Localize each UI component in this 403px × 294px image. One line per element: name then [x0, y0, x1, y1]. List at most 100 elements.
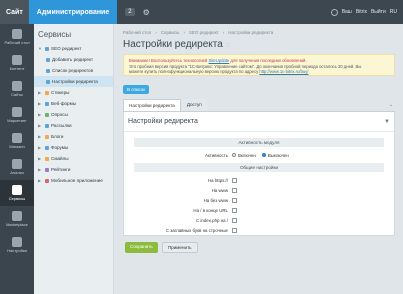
tab-access[interactable]: Доступ — [181, 99, 207, 111]
sidebar-item-blogs[interactable]: ▶ Блоги — [34, 131, 113, 142]
checkbox-https[interactable] — [232, 177, 237, 183]
nav-marketing[interactable]: Маркетинг — [0, 102, 34, 128]
siteupdate-link[interactable]: SiteUpdate — [209, 58, 230, 63]
option-label: С заглавных букв на строчные — [165, 227, 228, 233]
checkbox-www[interactable] — [232, 187, 237, 193]
expand-arrow-icon[interactable]: ▶ — [38, 90, 43, 95]
expand-arrow-icon[interactable]: ▶ — [38, 178, 43, 183]
nav-marketplace[interactable]: Marketplace — [0, 206, 34, 232]
breadcrumb-item[interactable]: SEO редирект — [189, 30, 219, 35]
checkbox-no-www[interactable] — [232, 197, 237, 203]
rating-icon — [45, 167, 49, 172]
sidebar-title: Сервисы — [38, 30, 72, 39]
sidebar-item-label: Добавить редирект — [52, 57, 94, 62]
main-nav: Рабочий стол Контент Сайты Маркетинг Маг… — [0, 24, 34, 294]
document-icon — [46, 68, 50, 73]
notifications[interactable]: 2 — [125, 0, 135, 24]
sidebar-item-polls[interactable]: ▶ Опросы — [34, 109, 113, 120]
option-label: С index.php на / — [196, 217, 228, 223]
user-name[interactable]: Ваш — [342, 9, 352, 15]
nav-settings[interactable]: Настройки — [0, 232, 34, 258]
sidebar-item-label: Рейтинги — [51, 167, 71, 172]
checkbox-lowercase[interactable] — [232, 227, 237, 233]
section-general: Общие настройки — [134, 163, 384, 172]
sidebar-item-webforms[interactable]: ▶ Веб-формы — [34, 98, 113, 109]
option-label: На https:// — [207, 177, 228, 183]
marketing-icon — [12, 107, 22, 117]
option-row: С index.php на / — [124, 215, 394, 225]
save-button[interactable]: Сохранить — [125, 242, 158, 253]
expand-arrow-icon[interactable]: ▶ — [38, 101, 43, 106]
nav-content[interactable]: Контент — [0, 50, 34, 76]
expand-arrow-icon[interactable]: ▶ — [38, 112, 43, 117]
back-to-list-button[interactable]: В список — [123, 84, 150, 94]
nav-shop[interactable]: Магазин — [0, 128, 34, 154]
radio-activity-on[interactable] — [232, 153, 236, 157]
toolbar: В список — [123, 84, 395, 94]
nav-label: Marketplace — [6, 222, 28, 227]
favorite-star-icon[interactable]: ☆ — [225, 42, 231, 49]
sidebar-item-redirect-settings[interactable]: Настройки редиректа — [34, 76, 113, 87]
expand-arrow-icon[interactable]: ▶ — [38, 156, 43, 161]
logout-link[interactable]: Выйти — [371, 9, 386, 15]
blog-icon — [45, 134, 49, 139]
site-tab[interactable]: Сайт — [0, 0, 29, 24]
nav-label: Сайты — [10, 92, 24, 97]
expand-arrow-icon[interactable]: ▶ — [38, 167, 43, 172]
checkbox-index-php[interactable] — [232, 217, 237, 223]
option-row: С заглавных букв на строчные — [124, 225, 394, 235]
admin-tab[interactable]: Администрирование — [28, 0, 118, 24]
expand-arrow-icon[interactable]: ▶ — [38, 123, 43, 128]
sidebar-item-smiles[interactable]: ▶ Смайлы — [34, 153, 113, 164]
sidebar-item-seo-redirect[interactable]: ▼ SEO редирект — [34, 43, 113, 54]
desktop-icon — [12, 29, 22, 39]
radio-activity-off[interactable] — [261, 153, 266, 157]
activity-row: Активность Включен Выключен — [124, 150, 394, 160]
gear-icon[interactable]: ⚙ — [143, 8, 150, 17]
nav-label: Сервисы — [8, 196, 26, 201]
breadcrumb-item[interactable]: Рабочий стол — [123, 30, 151, 35]
form-buttons: Сохранить Применить — [123, 242, 395, 253]
sidebar-item-redirect-list[interactable]: Список редиректов — [34, 65, 113, 76]
top-right-menu: Ваш Bitrix Выйти RU — [330, 8, 403, 16]
sidebar-item-label: Стикеры — [51, 90, 70, 95]
expand-arrow-icon[interactable]: ▶ — [38, 145, 43, 150]
sidebar-item-label: Опросы — [51, 112, 68, 117]
analytics-icon — [12, 159, 22, 169]
radio-label-off: Выключен — [267, 152, 289, 158]
nav-analytics[interactable]: Анализ — [0, 154, 34, 180]
sidebar-item-label: Настройки редиректа — [52, 79, 98, 84]
nav-services[interactable]: Сервисы — [0, 180, 34, 206]
tab-redirect-settings[interactable]: Настройки редиректа — [123, 99, 181, 111]
sidebar-item-add-redirect[interactable]: Добавить редирект — [34, 54, 113, 65]
buy-link[interactable]: http://www.1c-bitrix.ru/buy/ — [259, 69, 308, 74]
expand-arrow-icon[interactable]: ▶ — [38, 134, 43, 139]
sidebar-item-stickers[interactable]: ▶ Стикеры — [34, 87, 113, 98]
chevron-down-icon[interactable]: ⌄ — [389, 102, 393, 108]
sidebar-item-forums[interactable]: ▶ Форумы — [34, 142, 113, 153]
form-icon — [45, 101, 49, 106]
help-icon[interactable] — [330, 8, 338, 16]
checkbox-trailing-slash[interactable] — [232, 207, 237, 213]
user-company[interactable]: Bitrix — [356, 9, 367, 15]
notice-warning: Внимание! Воспользуйтесь технологией — [129, 58, 208, 63]
sidebar-item-mailings[interactable]: ▶ Рассылки — [34, 120, 113, 131]
option-label: На www — [211, 187, 228, 193]
seo-icon — [45, 46, 49, 51]
nav-sites[interactable]: Сайты — [0, 76, 34, 102]
notice-line3: можете купить полнофункциональную версию… — [129, 69, 259, 74]
sidebar-item-ratings[interactable]: ▶ Рейтинги — [34, 164, 113, 175]
breadcrumb-item[interactable]: Сервисы — [161, 30, 180, 35]
option-row: На / в конце URL — [124, 205, 394, 215]
mobile-icon — [45, 178, 49, 183]
nav-desktop[interactable]: Рабочий стол — [0, 24, 34, 50]
expand-arrow-icon[interactable]: ▼ — [38, 46, 43, 51]
apply-button[interactable]: Применить — [161, 242, 198, 253]
option-row: На без www — [124, 195, 394, 205]
sites-icon — [12, 81, 22, 91]
sidebar-item-label: Веб-формы — [51, 101, 77, 106]
language-switch[interactable]: RU — [390, 9, 397, 15]
sidebar-item-mobile-app[interactable]: ▶ Мобильное приложение — [34, 175, 113, 186]
nav-label: Рабочий стол — [4, 40, 30, 45]
collapse-arrow-icon[interactable]: ▼ — [384, 119, 390, 125]
